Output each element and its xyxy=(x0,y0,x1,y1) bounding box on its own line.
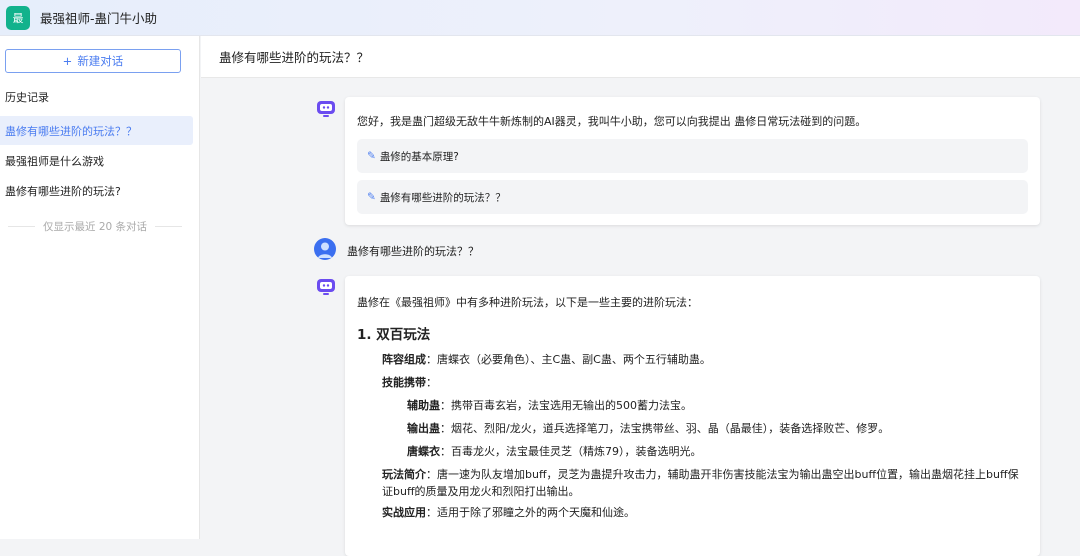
app-header: 最 最强祖师-蛊门牛小助 xyxy=(0,0,1080,36)
plus-icon: + xyxy=(62,54,73,68)
answer-usage: 实战应用：适用于除了邪瞳之外的两个天魔和仙途。 xyxy=(382,506,635,519)
history-item[interactable]: 最强祖师是什么游戏 xyxy=(0,146,193,175)
app-title: 最强祖师-蛊门牛小助 xyxy=(40,11,158,26)
answer-lineup: 阵容组成：唐蝶衣（必要角色）、主C蛊、副C蛊、两个五行辅助蛊。 xyxy=(382,353,711,366)
history-item[interactable]: 蛊修有哪些进阶的玩法? xyxy=(0,176,193,205)
answer-support: 辅助蛊：携带百毒玄岩，法宝选用无输出的500蓄力法宝。 xyxy=(407,399,692,412)
suggestion-chip[interactable]: ✎ 蛊修的基本原理? xyxy=(357,139,1028,173)
bot-avatar-icon xyxy=(317,279,335,295)
new-chat-label: 新建对话 xyxy=(77,54,124,68)
app-logo: 最 xyxy=(6,5,30,30)
bot-greeting-message: 您好，我是蛊门超级无敌牛牛新炼制的AI器灵，我叫牛小助，您可以向我提出 蛊修日常… xyxy=(345,97,1040,225)
suggestion-text: 蛊修的基本原理? xyxy=(379,150,459,163)
history-item[interactable]: 蛊修有哪些进阶的玩法？？ xyxy=(0,116,193,145)
history-limit-note: 仅显示最近 20 条对话 xyxy=(8,219,183,234)
answer-dps: 输出蛊：烟花、烈阳/龙火，道兵选择笔刀，法宝携带丝、羽、晶（晶最佳），装备选择败… xyxy=(407,422,890,435)
user-message: 蛊修有哪些进阶的玩法？？ xyxy=(347,245,479,258)
suggestion-text: 蛊修有哪些进阶的玩法？？ xyxy=(379,191,506,204)
suggestion-chip[interactable]: ✎ 蛊修有哪些进阶的玩法？？ xyxy=(357,180,1028,214)
bot-avatar-icon xyxy=(317,101,335,117)
history-heading: 历史记录 xyxy=(5,91,49,104)
answer-summary: 玩法简介：唐一速为队友增加buff，灵芝为蛊提升攻击力，辅助蛊开非伤害技能法宝为… xyxy=(382,468,1019,498)
pencil-icon: ✎ xyxy=(367,191,376,203)
greeting-text: 您好，我是蛊门超级无敌牛牛新炼制的AI器灵，我叫牛小助，您可以向我提出 蛊修日常… xyxy=(357,115,867,128)
new-chat-button[interactable]: + 新建对话 xyxy=(5,49,181,73)
answer-heading: 1. 双百玩法 xyxy=(357,327,431,343)
answer-skills: 技能携带： xyxy=(382,376,437,389)
history-note-text: 仅显示最近 20 条对话 xyxy=(42,221,148,233)
answer-intro: 蛊修在《最强祖师》中有多种进阶玩法，以下是一些主要的进阶玩法： xyxy=(357,296,698,309)
sidebar: + 新建对话 历史记录 蛊修有哪些进阶的玩法？？ 最强祖师是什么游戏 蛊修有哪些进… xyxy=(0,36,200,539)
user-avatar xyxy=(314,238,336,260)
pencil-icon: ✎ xyxy=(367,150,376,162)
answer-tang: 唐蝶衣：百毒龙火，法宝最佳灵芝（精炼79），装备选明光。 xyxy=(407,445,702,458)
bot-answer-message: 蛊修在《最强祖师》中有多种进阶玩法，以下是一些主要的进阶玩法： 1. 双百玩法 … xyxy=(345,276,1040,556)
chat-title: 蛊修有哪些进阶的玩法？？ xyxy=(201,36,1080,78)
